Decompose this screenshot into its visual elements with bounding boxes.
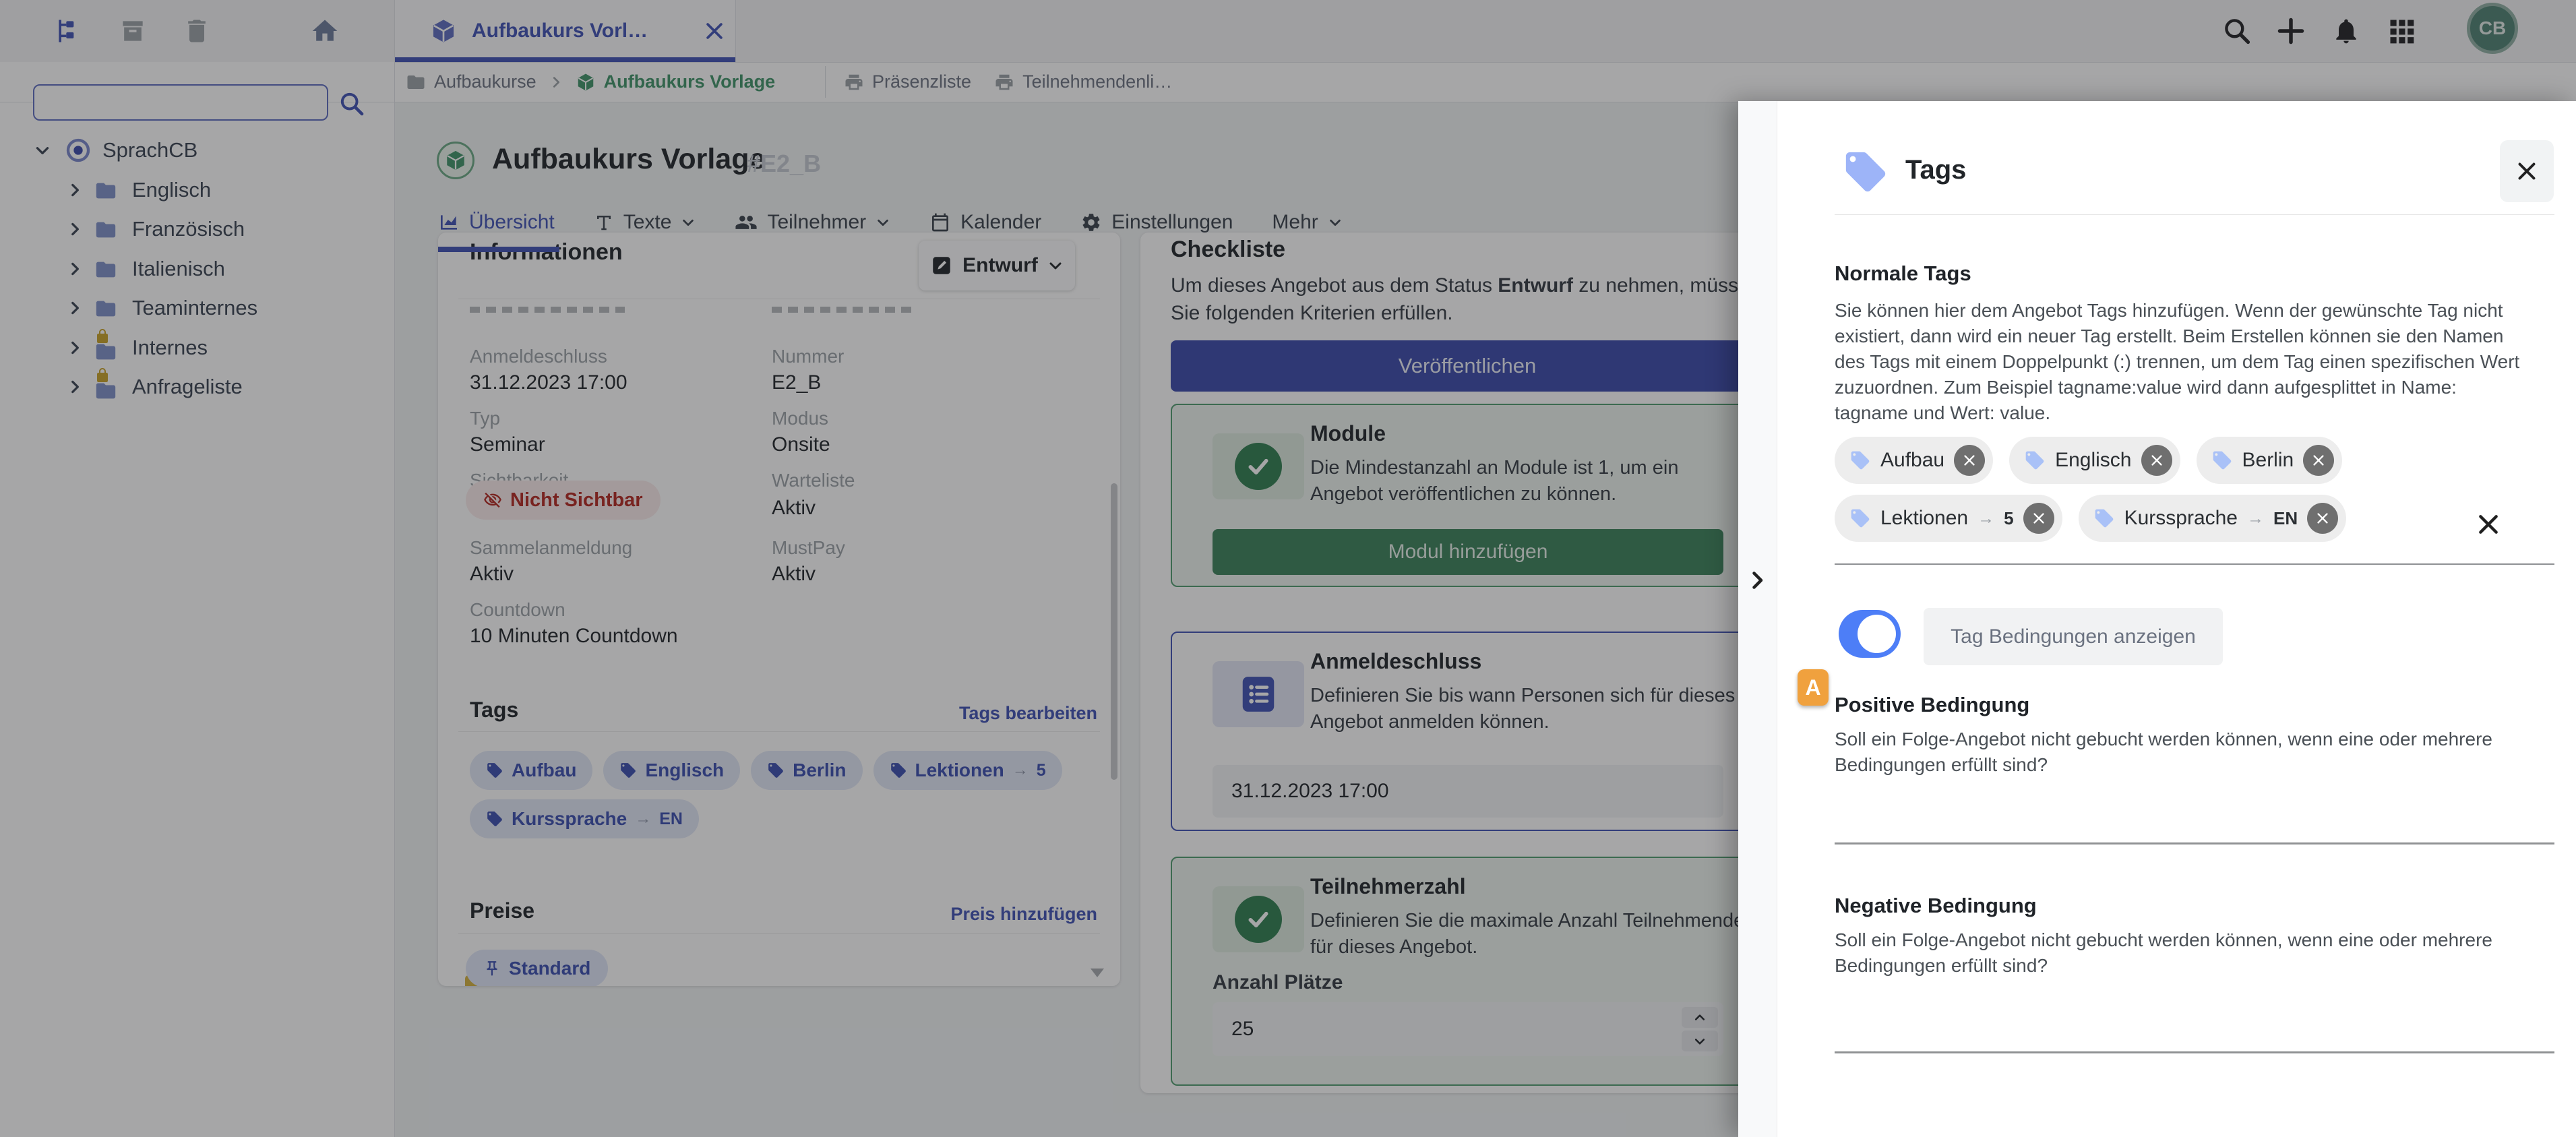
tags-input-chips[interactable]: Aufbau Englisch Berlin Lektionen → 5 Kur… <box>1835 437 2509 542</box>
negative-condition-text: Soll ein Folge-Angebot nicht gebucht wer… <box>1835 929 2492 976</box>
divider <box>1835 1051 2554 1053</box>
tag-icon <box>1849 450 1871 471</box>
drawer-collapse-strip <box>1738 101 1777 1137</box>
close-icon <box>2515 159 2539 183</box>
tags-input-underline <box>1835 563 2554 565</box>
tag-chip: Englisch <box>2009 437 2180 484</box>
tags-drawer: Tags Normale Tags Sie können hier dem An… <box>1738 101 2576 1137</box>
annotation-badge: A <box>1798 669 1829 706</box>
tag-icon <box>1849 508 1871 529</box>
positive-condition-heading: Positive Bedingung <box>1835 693 2030 716</box>
tag-icon <box>2211 450 2233 471</box>
tag-chip: Berlin <box>2196 437 2343 484</box>
tag-chip: Kurssprache → EN <box>2078 495 2347 542</box>
remove-tag-icon[interactable] <box>2303 445 2335 476</box>
clear-tags-icon[interactable] <box>2472 505 2505 543</box>
collapse-drawer-button[interactable] <box>1742 560 1772 601</box>
remove-tag-icon[interactable] <box>2023 503 2054 534</box>
divider <box>1835 214 2554 215</box>
remove-tag-icon[interactable] <box>2307 503 2339 534</box>
normal-tags-heading: Normale Tags <box>1835 262 1971 285</box>
remove-tag-icon[interactable] <box>2141 445 2172 476</box>
arrow-icon: → <box>1977 508 1995 528</box>
arrow-icon: → <box>2247 508 2264 528</box>
toggle-knob <box>1858 615 1896 653</box>
tag-chip: Aufbau <box>1835 437 1994 484</box>
divider <box>1835 842 2554 844</box>
tag-icon <box>1842 148 1889 195</box>
remove-tag-icon[interactable] <box>1954 445 1986 476</box>
app-root: Aufbaukurs Vorl… CB Aufbaukurse Aufbauku… <box>0 0 2576 1137</box>
drawer-title: Tags <box>1905 155 1967 185</box>
positive-condition-text: Soll ein Folge-Angebot nicht gebucht wer… <box>1835 729 2492 775</box>
close-drawer-button[interactable] <box>2500 140 2554 202</box>
tag-icon <box>2024 450 2046 471</box>
tags-description: Sie können hier dem Angebot Tags hinzufü… <box>1835 300 2520 423</box>
tag-icon <box>2093 508 2115 529</box>
tag-conditions-toggle[interactable] <box>1839 610 1901 658</box>
negative-condition-heading: Negative Bedingung <box>1835 894 2037 917</box>
tag-chip: Lektionen → 5 <box>1835 495 2062 542</box>
drawer-panel: Tags Normale Tags Sie können hier dem An… <box>1777 101 2576 1137</box>
toggle-label: Tag Bedingungen anzeigen <box>1924 608 2223 665</box>
chevron-right-icon <box>1745 568 1769 592</box>
